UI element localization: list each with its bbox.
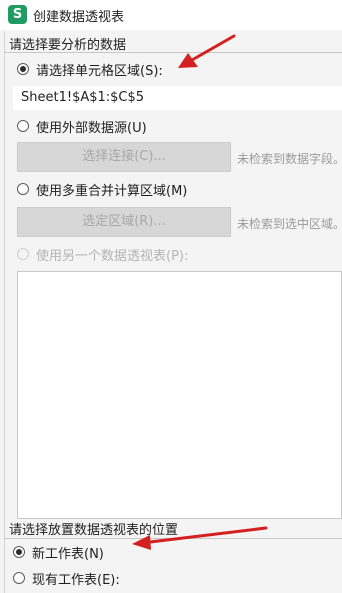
radio-another-pivot[interactable]: 使用另一个数据透视表(P): — [17, 244, 188, 264]
radio-external-source-label: 使用外部数据源(U) — [36, 120, 147, 136]
pivot-table-list[interactable] — [17, 271, 342, 519]
radio-external-source-button[interactable] — [17, 120, 29, 132]
select-connection-button[interactable]: 选择连接(C)... — [17, 142, 231, 172]
radio-multiple-consolidation[interactable]: 使用多重合并计算区域(M) — [17, 179, 187, 199]
radio-existing-worksheet-label: 现有工作表(E): — [32, 572, 120, 588]
radio-new-worksheet-button[interactable] — [13, 546, 25, 558]
radio-another-pivot-label: 使用另一个数据透视表(P): — [36, 248, 189, 264]
radio-cell-range-label: 请选择单元格区域(S): — [36, 63, 163, 79]
range-input[interactable] — [13, 86, 342, 110]
no-fields-hint: 未检索到数据字段。 — [237, 152, 342, 166]
radio-new-worksheet[interactable]: 新工作表(N) — [13, 542, 104, 562]
radio-cell-range[interactable]: 请选择单元格区域(S): — [17, 59, 163, 79]
radio-another-pivot-button[interactable] — [17, 248, 29, 260]
radio-multiple-consolidation-label: 使用多重合并计算区域(M) — [36, 183, 188, 199]
annotation-arrow-bottom — [132, 526, 268, 550]
radio-existing-worksheet[interactable]: 现有工作表(E): — [13, 568, 120, 588]
radio-external-source[interactable]: 使用外部数据源(U) — [17, 116, 147, 136]
radio-multiple-consolidation-button[interactable] — [17, 183, 29, 195]
spreadsheet-app-icon: S — [8, 5, 27, 24]
source-group-label: 请选择要分析的数据 — [9, 38, 127, 53]
window-title: 创建数据透视表 — [33, 10, 125, 25]
radio-cell-range-button[interactable] — [17, 63, 29, 75]
radio-new-worksheet-label: 新工作表(N) — [32, 546, 104, 562]
title-bar: S 创建数据透视表 — [0, 0, 342, 30]
no-region-hint: 未检索到选中区域。 — [237, 217, 342, 231]
select-region-button[interactable]: 选定区域(R)... — [17, 207, 231, 237]
annotation-arrow-top — [178, 34, 236, 68]
radio-existing-worksheet-button[interactable] — [13, 572, 25, 584]
